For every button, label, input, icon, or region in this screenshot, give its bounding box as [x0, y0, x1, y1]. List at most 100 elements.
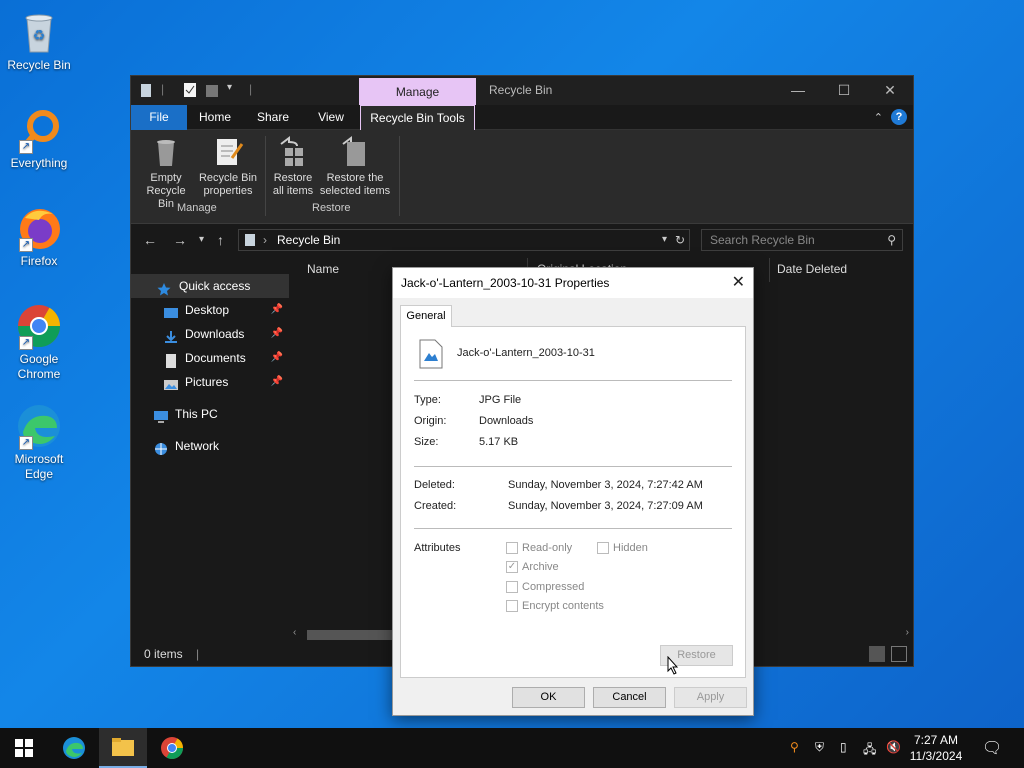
pin-icon[interactable]: 📌 [271, 298, 283, 322]
pin-icon[interactable]: 📌 [271, 322, 283, 346]
minimize-icon[interactable]: — [775, 76, 821, 105]
scroll-right-icon[interactable]: › [906, 627, 909, 638]
properties-dialog[interactable]: Jack-o'-Lantern_2003-10-31 Properties ✕ … [392, 267, 754, 716]
tab-view[interactable]: View [303, 105, 359, 130]
column-header-name[interactable]: Name [307, 262, 339, 276]
dialog-title: Jack-o'-Lantern_2003-10-31 Properties [401, 276, 610, 290]
properties-icon[interactable] [183, 82, 197, 98]
network-tray-icon[interactable]: 🖧 [863, 740, 876, 761]
recent-locations-icon[interactable]: ▾ [199, 234, 204, 245]
tab-file[interactable]: File [131, 105, 187, 130]
mouse-cursor-icon [667, 655, 679, 678]
back-arrow-icon[interactable]: ← [143, 232, 157, 248]
nav-item-documents[interactable]: Documents 📌 [131, 346, 289, 370]
up-arrow-icon[interactable]: ↑ [217, 232, 224, 248]
desktop-icon-label: Everything [10, 156, 68, 170]
pictures-icon [163, 376, 179, 390]
desktop-icon-label: Recycle Bin [7, 58, 71, 72]
downloads-icon [163, 328, 179, 343]
forward-arrow-icon[interactable]: → [173, 232, 187, 248]
cancel-button[interactable]: Cancel [593, 687, 666, 708]
created-label: Created: [414, 500, 457, 512]
details-view-icon[interactable] [869, 646, 885, 662]
recycle-bin-small-icon [243, 233, 257, 253]
type-label: Type: [414, 394, 441, 406]
compressed-checkbox: Compressed [506, 581, 584, 594]
hidden-checkbox: Hidden [597, 542, 648, 555]
toolbar-separator: | [161, 82, 165, 96]
restore-selected-icon [339, 136, 371, 168]
nav-item-this-pc[interactable]: This PC [131, 402, 289, 426]
help-icon[interactable]: ? [891, 109, 907, 125]
address-field[interactable]: › Recycle Bin ▾ ↻ [238, 229, 690, 251]
file-name: Jack-o'-Lantern_2003-10-31 [457, 347, 595, 359]
manage-context-tab[interactable]: Manage [359, 78, 476, 105]
close-icon[interactable]: ✕ [867, 76, 913, 105]
nav-item-network[interactable]: Network [131, 434, 289, 458]
refresh-icon[interactable]: ↻ [675, 230, 685, 250]
deleted-value: Sunday, November 3, 2024, 7:27:42 AM [508, 479, 703, 491]
group-separator [399, 136, 400, 216]
group-separator [265, 136, 266, 216]
apply-button[interactable]: Apply [674, 687, 747, 708]
new-folder-icon[interactable] [205, 82, 219, 98]
nav-item-downloads[interactable]: Downloads 📌 [131, 322, 289, 346]
desktop-icon-firefox[interactable]: ↗ Firefox [4, 204, 74, 269]
tab-share[interactable]: Share [243, 105, 303, 130]
security-shield-icon[interactable]: ⛨ [815, 740, 824, 755]
restore-all-button[interactable]: Restore all items [269, 136, 317, 198]
desktop-icon-edge[interactable]: ↗ Microsoft Edge [4, 402, 74, 482]
desktop-folder-icon [163, 304, 179, 318]
tab-general[interactable]: General [400, 305, 452, 327]
tab-recycle-bin-tools[interactable]: Recycle Bin Tools [360, 105, 475, 130]
address-bar-row: ← → ▾ ↑ › Recycle Bin ▾ ↻ Search Recycle… [131, 224, 913, 257]
readonly-checkbox: Read-only [506, 542, 572, 555]
start-button[interactable] [0, 728, 48, 768]
empty-recycle-bin-button[interactable]: Empty Recycle Bin [137, 136, 195, 211]
taskbar-file-explorer[interactable] [99, 728, 147, 768]
desktop-icon-chrome[interactable]: ↗ Google Chrome [4, 302, 74, 382]
column-header-date-deleted[interactable]: Date Deleted [777, 262, 847, 276]
dialog-titlebar[interactable]: Jack-o'-Lantern_2003-10-31 Properties ✕ [393, 268, 753, 298]
notification-icon[interactable]: 🗨 [982, 738, 1002, 758]
close-icon[interactable]: ✕ [732, 268, 745, 298]
divider [414, 466, 732, 467]
ok-button[interactable]: OK [512, 687, 585, 708]
collapse-ribbon-icon[interactable]: ⌃ [874, 111, 883, 124]
explorer-titlebar[interactable]: | ▾ | Manage Recycle Bin — ☐ ✕ [131, 76, 913, 105]
pin-icon[interactable]: 📌 [271, 346, 283, 370]
nav-item-pictures[interactable]: Pictures 📌 [131, 370, 289, 394]
item-count: 0 items [144, 647, 183, 661]
everything-icon: ↗ [15, 106, 63, 154]
firefox-icon: ↗ [15, 204, 63, 252]
customize-qat-icon[interactable]: ▾ [227, 82, 241, 98]
desktop-icon-everything[interactable]: ↗ Everything [4, 106, 74, 171]
usb-icon[interactable]: ▯ [840, 740, 847, 754]
clock-time: 7:27 AM [913, 733, 959, 747]
tab-home[interactable]: Home [187, 105, 243, 130]
taskbar-edge[interactable] [50, 728, 98, 768]
scroll-left-icon[interactable]: ‹ [293, 627, 296, 638]
encrypt-checkbox: Encrypt contents [506, 600, 604, 613]
large-icons-view-icon[interactable] [891, 646, 907, 662]
everything-tray-icon[interactable]: ⚲ [790, 740, 799, 754]
nav-item-desktop[interactable]: Desktop 📌 [131, 298, 289, 322]
divider [414, 380, 732, 381]
maximize-icon[interactable]: ☐ [821, 76, 867, 105]
origin-value: Downloads [479, 415, 534, 427]
nav-item-quick-access[interactable]: Quick access [131, 274, 289, 298]
pin-icon[interactable]: 📌 [271, 370, 283, 394]
shortcut-arrow-icon: ↗ [19, 336, 33, 350]
restore-selected-button[interactable]: Restore the selected items [319, 136, 391, 198]
volume-muted-icon[interactable]: 🔇 [886, 740, 901, 754]
column-separator[interactable] [769, 258, 770, 282]
recycle-bin-properties-button[interactable]: Recycle Bin properties [197, 136, 259, 198]
size-value: 5.17 KB [479, 436, 519, 448]
desktop-icon-recycle-bin[interactable]: ♻ Recycle Bin [4, 8, 74, 73]
taskbar-chrome[interactable] [148, 728, 196, 768]
clock[interactable]: 7:27 AM 11/3/2024 [908, 732, 964, 764]
address-dropdown-icon[interactable]: ▾ [662, 230, 667, 250]
svg-text:♻: ♻ [33, 27, 46, 43]
edge-icon [63, 737, 85, 759]
search-input[interactable]: Search Recycle Bin ⚲ [701, 229, 903, 251]
